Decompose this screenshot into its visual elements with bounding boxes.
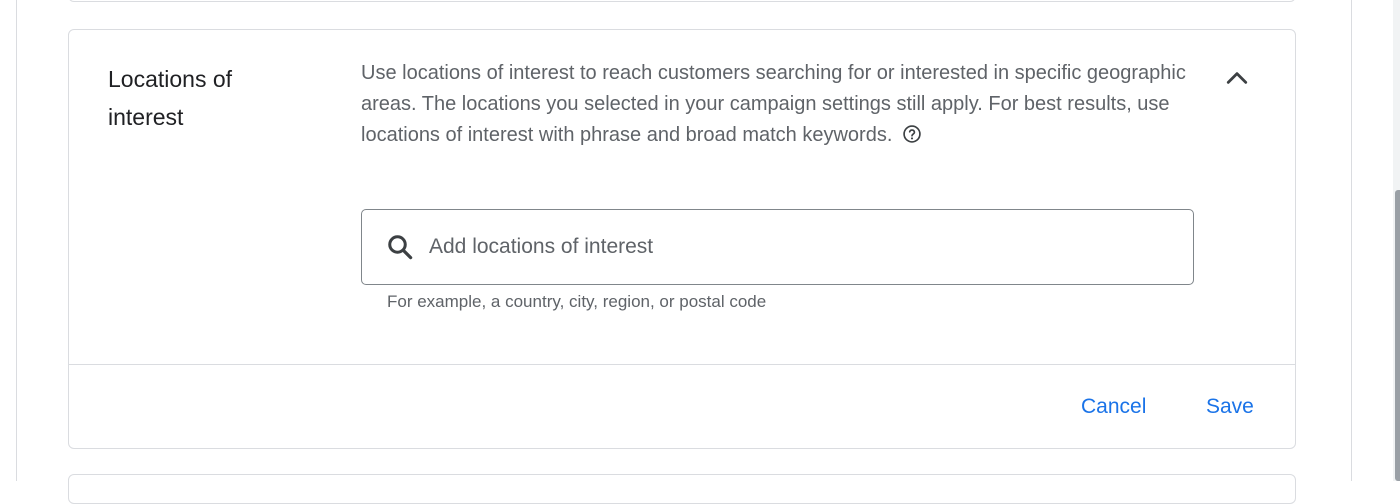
save-button[interactable]: Save [1198, 388, 1262, 426]
card-footer-divider [69, 364, 1295, 365]
chevron-up-icon [1226, 72, 1248, 84]
search-icon [388, 235, 413, 260]
location-search-box[interactable] [361, 209, 1194, 285]
scrollbar-thumb[interactable] [1395, 190, 1400, 481]
next-section-card [68, 474, 1296, 504]
description-text: Use locations of interest to reach custo… [361, 62, 1186, 146]
locations-of-interest-card: Locations of interest Use locations of i… [68, 29, 1296, 449]
section-description: Use locations of interest to reach custo… [361, 58, 1196, 151]
location-search-input[interactable] [429, 235, 1169, 259]
previous-section-card [68, 0, 1296, 2]
collapse-section-button[interactable] [1215, 56, 1259, 100]
cancel-button[interactable]: Cancel [1073, 388, 1154, 426]
section-title: Locations of interest [108, 66, 233, 130]
help-circle-icon[interactable] [902, 124, 922, 144]
search-hint: For example, a country, city, region, or… [387, 292, 767, 311]
